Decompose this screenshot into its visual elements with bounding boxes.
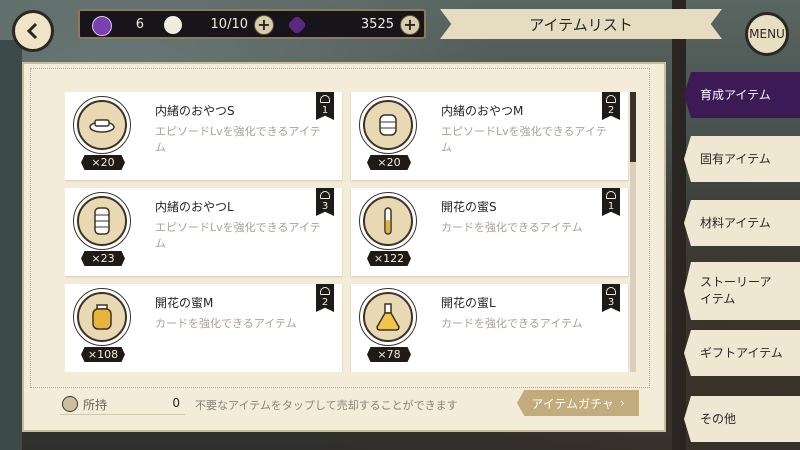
item-name: 内緒のおやつL — [155, 200, 234, 214]
rank-number: 3 — [321, 201, 329, 212]
rank-number: 1 — [321, 105, 329, 116]
rank-flag: 3 — [316, 188, 334, 216]
cake-plate-icon — [73, 96, 131, 154]
item-card[interactable]: ×20 内緒のおやつM エピソードLvを強化できるアイテム 2 — [351, 92, 628, 180]
tab-material-items[interactable]: 材料アイテム — [684, 200, 800, 246]
item-gacha-button[interactable]: アイテムガチャ › — [517, 390, 639, 416]
item-card[interactable]: ×20 内緒のおやつS エピソードLvを強化できるアイテム 1 — [65, 92, 342, 180]
item-name: 開花の蜜L — [441, 296, 496, 310]
owned-value: 0 — [172, 396, 180, 410]
item-description: カードを強化できるアイテム — [441, 317, 583, 330]
rank-flag: 3 — [602, 284, 620, 312]
rank-icon — [320, 191, 330, 199]
rank-icon — [320, 287, 330, 295]
stamina-value: 10/10 — [210, 17, 248, 32]
rank-number: 1 — [607, 201, 615, 212]
gem-plus-button[interactable]: + — [400, 15, 420, 35]
star-value: 6 — [135, 17, 144, 32]
rank-number: 2 — [321, 297, 329, 308]
page-title: アイテムリスト — [440, 9, 722, 39]
rank-flag: 2 — [602, 92, 620, 120]
stamina-icon — [164, 16, 182, 34]
rank-icon — [320, 95, 330, 103]
item-name: 内緒のおやつS — [155, 104, 235, 118]
cake-stack-icon — [359, 96, 417, 154]
item-description: エピソードLvを強化できるアイテム — [155, 221, 321, 250]
chevron-right-icon: › — [619, 396, 625, 410]
rank-flag: 2 — [316, 284, 334, 312]
jar-icon — [73, 288, 131, 346]
item-name: 内緒のおやつM — [441, 104, 524, 118]
item-description: カードを強化できるアイテム — [441, 221, 583, 234]
item-count: ×108 — [81, 347, 125, 362]
back-arrow-icon — [26, 22, 38, 40]
flask-icon — [359, 288, 417, 346]
tab-story-label: ストーリーアイテム — [700, 275, 772, 306]
vial-icon — [359, 192, 417, 250]
owned-coin-icon — [62, 396, 78, 412]
rank-number: 2 — [607, 105, 615, 116]
rank-icon — [606, 191, 616, 199]
rank-flag: 1 — [602, 188, 620, 216]
item-count: ×23 — [81, 251, 125, 266]
stamina-plus-button[interactable]: + — [254, 15, 274, 35]
star-coin-icon — [92, 16, 112, 36]
item-card[interactable]: ×108 開花の蜜M カードを強化できるアイテム 2 — [65, 284, 342, 372]
tab-story-items[interactable]: ストーリーアイテム — [684, 262, 800, 320]
tab-training-items[interactable]: 育成アイテム — [684, 72, 800, 118]
resource-bar: 6 10/10 + 3525 + — [78, 9, 426, 39]
item-description: エピソードLvを強化できるアイテム — [441, 125, 607, 154]
item-name: 開花の蜜M — [155, 296, 214, 310]
scrollbar-thumb[interactable] — [630, 92, 636, 162]
cake-tower-icon — [73, 192, 131, 250]
gacha-label: アイテムガチャ — [531, 396, 614, 411]
item-description: エピソードLvを強化できるアイテム — [155, 125, 321, 154]
rank-number: 3 — [607, 297, 615, 308]
sell-hint: 不要なアイテムをタップして売却することができます — [195, 399, 458, 412]
rank-icon — [606, 95, 616, 103]
menu-button[interactable]: MENU — [745, 12, 789, 56]
owned-label: 所持 — [83, 398, 108, 412]
item-card[interactable]: ×23 内緒のおやつL エピソードLvを強化できるアイテム 3 — [65, 188, 342, 276]
item-grid: ×20 内緒のおやつS エピソードLvを強化できるアイテム 1 ×20 内緒のお… — [65, 92, 631, 372]
item-count: ×78 — [367, 347, 411, 362]
gem-icon — [287, 15, 307, 35]
item-card[interactable]: ×78 開花の蜜L カードを強化できるアイテム 3 — [351, 284, 628, 372]
rank-icon — [606, 287, 616, 295]
background-post — [672, 0, 686, 450]
item-count: ×20 — [81, 155, 125, 170]
owned-underline — [60, 414, 185, 415]
tab-gift-items[interactable]: ギフトアイテム — [684, 330, 800, 376]
item-card[interactable]: ×122 開花の蜜S カードを強化できるアイテム 1 — [351, 188, 628, 276]
tab-other-items[interactable]: その他 — [684, 396, 800, 442]
item-count: ×122 — [367, 251, 411, 266]
gem-value: 3525 — [360, 17, 394, 32]
item-name: 開花の蜜S — [441, 200, 497, 214]
back-button[interactable] — [12, 10, 54, 52]
background-beam — [0, 40, 22, 450]
rank-flag: 1 — [316, 92, 334, 120]
item-count: ×20 — [367, 155, 411, 170]
tab-unique-items[interactable]: 固有アイテム — [684, 136, 800, 182]
item-description: カードを強化できるアイテム — [155, 317, 297, 330]
